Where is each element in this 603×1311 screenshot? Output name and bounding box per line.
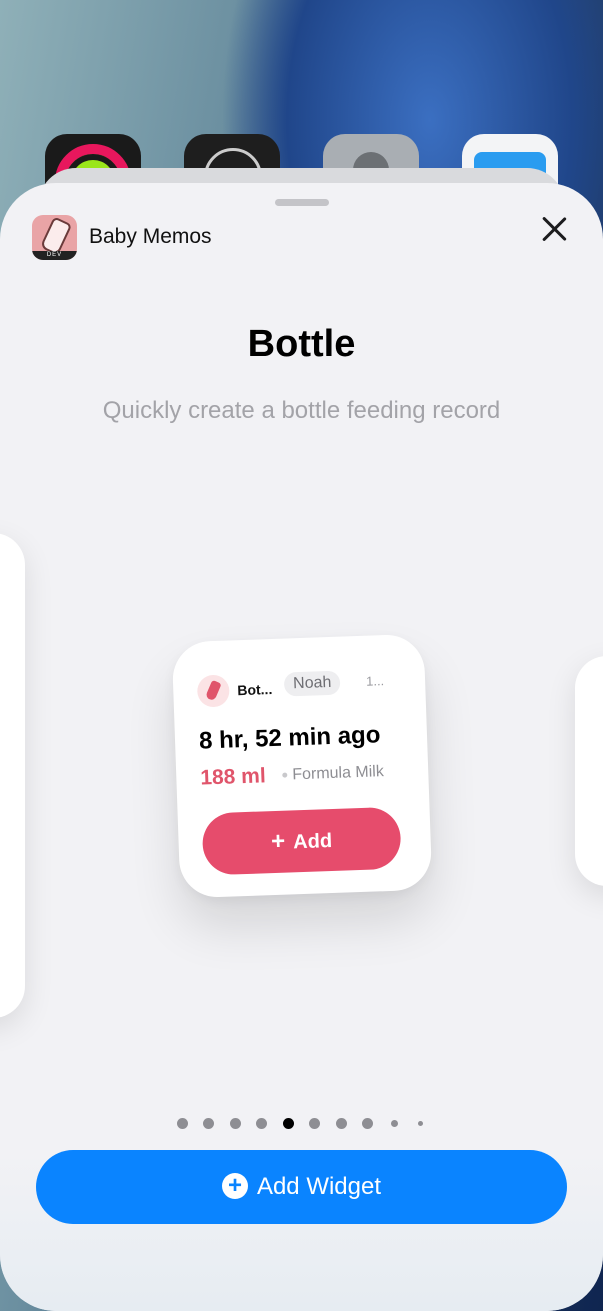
widget-name: Bot... [237,680,273,699]
feeding-type: Formula Milk [292,763,385,784]
plus-circle-icon: + [221,1172,248,1199]
previous-widget-preview[interactable] [0,533,25,1018]
page-dot[interactable] [177,1118,188,1129]
plus-icon: + [270,827,286,856]
dev-badge: DEV [32,251,77,260]
page-dot[interactable] [391,1120,398,1127]
add-feeding-label: Add [292,830,333,854]
feeding-amount: 188 ml [199,764,267,790]
next-widget-preview[interactable] [575,656,603,886]
page-dot[interactable] [230,1118,241,1129]
widget-timestamp: 1... [365,673,385,689]
close-icon[interactable] [536,211,572,247]
add-feeding-button[interactable]: + Add [201,806,402,876]
separator-dot [282,772,288,778]
baby-memos-app-icon: DEV [32,215,77,260]
widget-gallery-sheet: DEV Baby Memos Bottle Quickly create a b… [0,183,603,1311]
elapsed-time: 8 hr, 52 min ago [198,721,381,755]
widget-title: Bottle [247,323,356,365]
page-dot[interactable] [418,1121,423,1126]
app-name: Baby Memos [89,225,212,248]
page-dot[interactable] [336,1118,347,1129]
page-indicator[interactable] [0,1118,603,1132]
widget-description: Quickly create a bottle feeding record [102,397,501,424]
page-dot[interactable] [309,1118,320,1129]
add-widget-label: Add Widget [256,1173,382,1200]
add-widget-button[interactable]: + Add Widget [36,1150,567,1224]
child-name-chip: Noah [283,670,341,697]
bottle-widget-preview[interactable]: Bot... Noah 1... 8 hr, 52 min ago 188 ml… [171,633,433,899]
page-dot[interactable] [362,1118,373,1129]
bottle-icon [196,674,230,708]
page-dot[interactable] [256,1118,267,1129]
page-dot[interactable] [203,1118,214,1129]
sheet-grabber[interactable] [275,199,329,206]
page-dot-active[interactable] [283,1118,294,1129]
